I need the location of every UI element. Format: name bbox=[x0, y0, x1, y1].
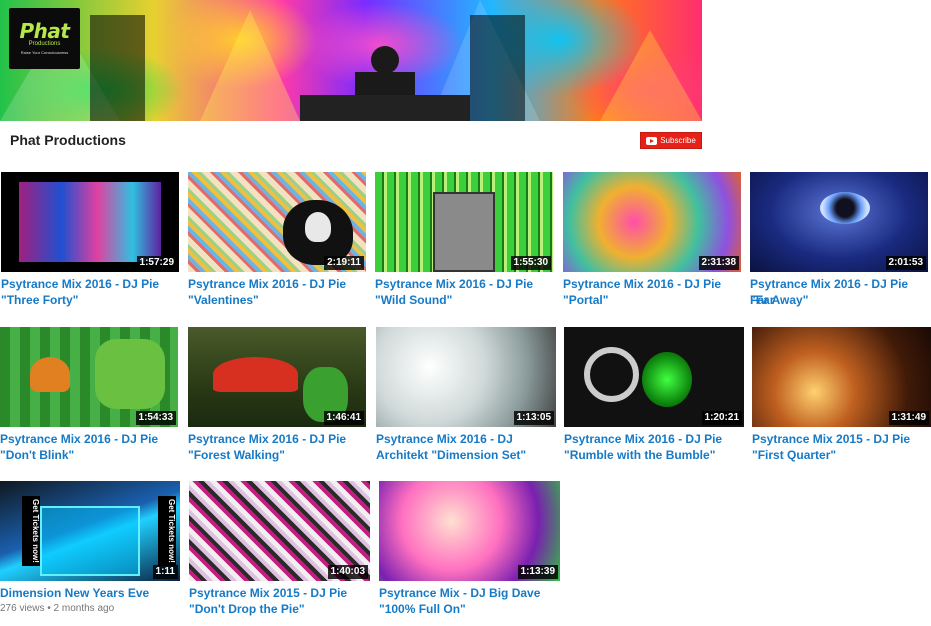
view-count: 276 views bbox=[0, 603, 45, 614]
video-thumbnail[interactable]: 2:01:53 bbox=[750, 172, 928, 272]
video-title-line1[interactable]: Psytrance Mix 2015 - DJ Pie bbox=[189, 585, 347, 601]
video-title-line2[interactable]: "Don't Drop the Pie" bbox=[189, 601, 305, 617]
video-tile[interactable]: Get Tickets now! Get Tickets now! 1:11 D… bbox=[0, 481, 180, 621]
video-title-line2[interactable]: "Forest Walking" bbox=[188, 447, 285, 463]
video-title-line1[interactable]: Psytrance Mix 2016 - DJ bbox=[376, 431, 513, 447]
video-thumbnail[interactable]: 2:31:38 bbox=[563, 172, 741, 272]
video-thumbnail[interactable]: 1:55:30 bbox=[375, 172, 553, 272]
video-title-line2[interactable]: Far Away" bbox=[750, 292, 808, 308]
video-tile[interactable]: 1:31:49 Psytrance Mix 2015 - DJ Pie "Fir… bbox=[752, 327, 931, 467]
thumbnail-side-text: Get Tickets now! bbox=[22, 496, 40, 566]
logo-word: Phat bbox=[19, 19, 70, 43]
duration-badge: 1:11 bbox=[152, 565, 178, 579]
duration-badge: 1:40:03 bbox=[327, 565, 368, 579]
video-title-line1[interactable]: Dimension New Years Eve bbox=[0, 585, 149, 601]
video-tile[interactable]: 1:40:03 Psytrance Mix 2015 - DJ Pie "Don… bbox=[189, 481, 370, 621]
video-thumbnail[interactable]: 1:13:05 bbox=[376, 327, 556, 427]
duration-badge: 2:19:11 bbox=[324, 256, 364, 270]
video-title-line2[interactable]: "Don't Blink" bbox=[0, 447, 74, 463]
video-title-line2[interactable]: Architekt "Dimension Set" bbox=[376, 447, 526, 463]
duration-badge: 1:31:49 bbox=[888, 411, 929, 425]
subscribe-button[interactable]: Subscribe bbox=[640, 132, 702, 149]
duration-badge: 2:01:53 bbox=[885, 256, 926, 270]
video-tile[interactable]: 1:55:30 Psytrance Mix 2016 - DJ Pie "Wil… bbox=[375, 172, 553, 312]
channel-name[interactable]: Phat Productions bbox=[10, 132, 126, 148]
video-title-line1[interactable]: Psytrance Mix 2015 - DJ Pie bbox=[752, 431, 910, 447]
duration-badge: 2:31:38 bbox=[698, 256, 739, 270]
video-title-line1[interactable]: Psytrance Mix 2016 - DJ Pie bbox=[0, 431, 158, 447]
duration-badge: 1:46:41 bbox=[323, 411, 364, 425]
video-title-line1[interactable]: Psytrance Mix 2016 - DJ Pie bbox=[188, 276, 346, 292]
video-title-line1[interactable]: Psytrance Mix 2016 - DJ Pie bbox=[564, 431, 722, 447]
video-tile[interactable]: 2:31:38 Psytrance Mix 2016 - DJ Pie "Por… bbox=[563, 172, 741, 312]
channel-logo[interactable]: Phat Productions Raise Your Consciousnes… bbox=[9, 8, 80, 69]
video-thumbnail[interactable]: 1:46:41 bbox=[188, 327, 366, 427]
video-thumbnail[interactable]: 1:57:29 bbox=[1, 172, 179, 272]
video-thumbnail[interactable]: 2:19:11 bbox=[188, 172, 366, 272]
video-title-line2[interactable]: "First Quarter" bbox=[752, 447, 836, 463]
duration-badge: 1:13:05 bbox=[513, 411, 554, 425]
video-title-line2[interactable]: "100% Full On" bbox=[379, 601, 466, 617]
logo-tagline: Raise Your Consciousness bbox=[20, 50, 69, 55]
duration-badge: 1:57:29 bbox=[136, 256, 177, 270]
thumbnail-side-text: Get Tickets now! bbox=[158, 496, 176, 566]
video-thumbnail[interactable]: 1:20:21 bbox=[564, 327, 744, 427]
video-thumbnail[interactable]: 1:54:33 bbox=[0, 327, 178, 427]
video-title-line2[interactable]: "Three Forty" bbox=[1, 292, 78, 308]
upload-age: 2 months ago bbox=[53, 603, 115, 614]
duration-badge: 1:20:21 bbox=[701, 411, 742, 425]
video-thumbnail[interactable]: 1:31:49 bbox=[752, 327, 931, 427]
video-thumbnail[interactable]: 1:40:03 bbox=[189, 481, 370, 581]
video-tile[interactable]: 1:46:41 Psytrance Mix 2016 - DJ Pie "For… bbox=[188, 327, 366, 467]
banner-art bbox=[0, 0, 702, 121]
video-title-line1[interactable]: Psytrance Mix 2016 - DJ Pie bbox=[188, 431, 346, 447]
duration-badge: 1:54:33 bbox=[135, 411, 176, 425]
video-tile[interactable]: 1:13:05 Psytrance Mix 2016 - DJ Architek… bbox=[376, 327, 556, 467]
duration-badge: 1:13:39 bbox=[517, 565, 558, 579]
video-title-line2[interactable]: "Valentines" bbox=[188, 292, 259, 308]
channel-banner: Phat Productions Raise Your Consciousnes… bbox=[0, 0, 702, 121]
video-title-line2[interactable]: "Rumble with the Bumble" bbox=[564, 447, 715, 463]
video-title-line1[interactable]: Psytrance Mix 2016 - DJ Pie bbox=[1, 276, 159, 292]
youtube-play-icon bbox=[646, 136, 658, 145]
video-meta: 276 views • 2 months ago bbox=[0, 602, 114, 615]
video-title-line1[interactable]: Psytrance Mix - DJ Big Dave bbox=[379, 585, 540, 601]
logo-sub: Productions bbox=[28, 41, 61, 47]
video-tile[interactable]: 1:13:39 Psytrance Mix - DJ Big Dave "100… bbox=[379, 481, 560, 621]
video-tile[interactable]: 1:20:21 Psytrance Mix 2016 - DJ Pie "Rum… bbox=[564, 327, 744, 467]
video-tile[interactable]: 1:57:29 Psytrance Mix 2016 - DJ Pie "Thr… bbox=[1, 172, 179, 312]
video-tile[interactable]: 1:54:33 Psytrance Mix 2016 - DJ Pie "Don… bbox=[0, 327, 178, 467]
video-title-line1[interactable]: Psytrance Mix 2016 - DJ Pie bbox=[563, 276, 721, 292]
video-title-line2[interactable]: "Wild Sound" bbox=[375, 292, 452, 308]
subscribe-label: Subscribe bbox=[660, 136, 696, 145]
video-tile[interactable]: 2:01:53 Psytrance Mix 2016 - DJ Pie "Far… bbox=[750, 172, 928, 312]
video-title-line2[interactable]: "Portal" bbox=[563, 292, 608, 308]
video-thumbnail[interactable]: Get Tickets now! Get Tickets now! 1:11 bbox=[0, 481, 180, 581]
video-thumbnail[interactable]: 1:13:39 bbox=[379, 481, 560, 581]
duration-badge: 1:55:30 bbox=[510, 256, 551, 270]
video-title-line1[interactable]: Psytrance Mix 2016 - DJ Pie bbox=[375, 276, 533, 292]
video-tile[interactable]: 2:19:11 Psytrance Mix 2016 - DJ Pie "Val… bbox=[188, 172, 366, 312]
